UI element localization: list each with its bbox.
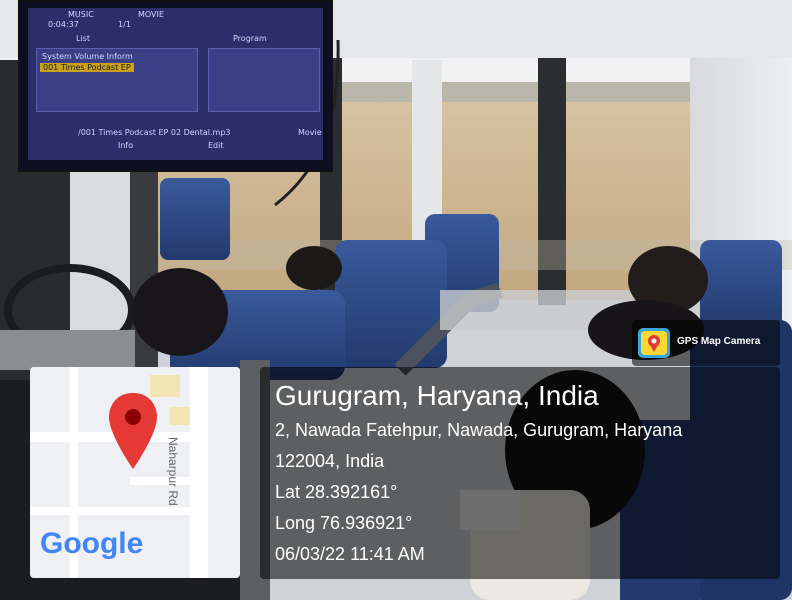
location-city: Gurugram, Haryana, India — [275, 380, 599, 411]
list-label: List — [76, 34, 90, 43]
gps-map-camera-badge: GPS Map Camera — [632, 320, 780, 366]
google-logo: Google — [40, 527, 144, 560]
address-line-2: 122004, India — [275, 451, 385, 471]
play-time: 0:04:37 — [48, 20, 79, 29]
info-label: Info — [118, 141, 134, 150]
list-item-podcast: 001 Times Podcast EP — [40, 63, 134, 72]
edit-label: Edit — [208, 141, 224, 150]
gps-map-camera-icon — [638, 328, 670, 358]
map-road-label: Naharpur Rd — [166, 437, 180, 506]
longitude: Long 76.936921° — [275, 513, 413, 533]
latitude: Lat 28.392161° — [275, 482, 398, 502]
tv-monitor: MUSIC MOVIE 0:04:37 1/1 List Program Sys… — [18, 0, 333, 172]
program-panel — [208, 48, 320, 112]
now-playing-path: /001 Times Podcast EP 02 Dental.mp3 — [78, 128, 231, 137]
media-player-screen: MUSIC MOVIE 0:04:37 1/1 List Program Sys… — [28, 8, 323, 160]
list-item-system: System Volume Inform — [42, 52, 133, 61]
date-time: 06/03/22 11:41 AM — [275, 544, 425, 564]
program-label: Program — [233, 34, 267, 43]
gps-map-camera-label: GPS Map Camera — [677, 336, 761, 347]
address-line-1: 2, Nawada Fatehpur, Nawada, Gurugram, Ha… — [275, 420, 683, 440]
track-count: 1/1 — [118, 20, 131, 29]
map-pin-icon — [105, 389, 161, 484]
movie-label: Movie — [298, 128, 322, 137]
map-thumbnail: Naharpur Rd Google — [30, 367, 240, 578]
tab-movie: MOVIE — [138, 10, 164, 19]
tab-music: MUSIC — [68, 10, 94, 19]
